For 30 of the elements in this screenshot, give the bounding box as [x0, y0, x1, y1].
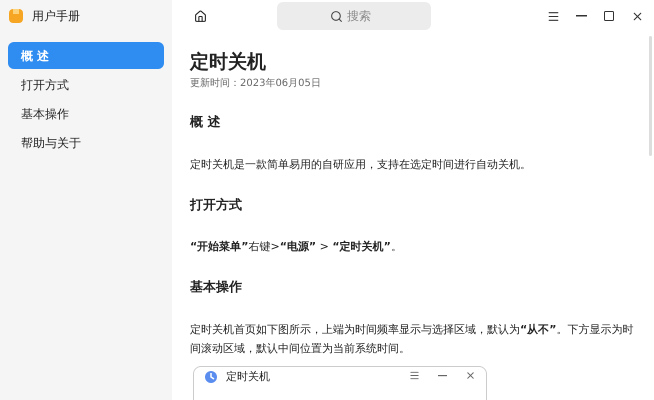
search-field[interactable]: 搜索	[277, 2, 431, 30]
clock-app-icon	[204, 370, 218, 384]
menu-icon	[409, 370, 420, 380]
update-date: 更新时间：2023年06月05日	[190, 76, 322, 91]
close-button[interactable]	[631, 10, 644, 22]
scrollbar-thumb[interactable]	[649, 36, 652, 156]
section-heading: 打开方式	[190, 196, 243, 214]
minimize-button[interactable]	[576, 15, 587, 17]
embedded-window-title: 定时关机	[226, 370, 270, 384]
section-paragraph: 定时关机是一款简单易用的自研应用，支持在选定时间进行自动关机。	[190, 156, 532, 172]
maximize-icon	[603, 10, 615, 22]
app-logo-icon	[8, 8, 24, 24]
section-paragraph: “开始菜单”右键>“电源” > “定时关机”。	[190, 239, 403, 255]
close-icon	[631, 10, 644, 22]
section-heading: 概 述	[190, 114, 222, 132]
maximize-button[interactable]	[603, 10, 615, 22]
section-paragraph: 定时关机首页如下图所示，上端为时间频率显示与选择区域，默认为“从不”。下方显示为时间滚动区域，默认中间位置为当前系统时间。	[190, 322, 634, 356]
search-icon	[330, 10, 343, 23]
sidebar-item[interactable]: 打开方式	[8, 71, 164, 98]
minimize-icon	[576, 15, 587, 17]
menu-icon	[547, 10, 560, 22]
section-heading: 基本操作	[190, 279, 243, 297]
minimize-icon	[438, 374, 447, 376]
article-title: 定时关机	[190, 50, 267, 74]
close-icon	[465, 370, 476, 380]
sidebar-item[interactable]: 帮助与关于	[8, 129, 164, 156]
menu-button[interactable]	[547, 10, 560, 22]
home-icon	[194, 10, 207, 22]
window-title: 用户手册	[32, 8, 80, 25]
sidebar-item[interactable]: 基本操作	[8, 100, 164, 127]
